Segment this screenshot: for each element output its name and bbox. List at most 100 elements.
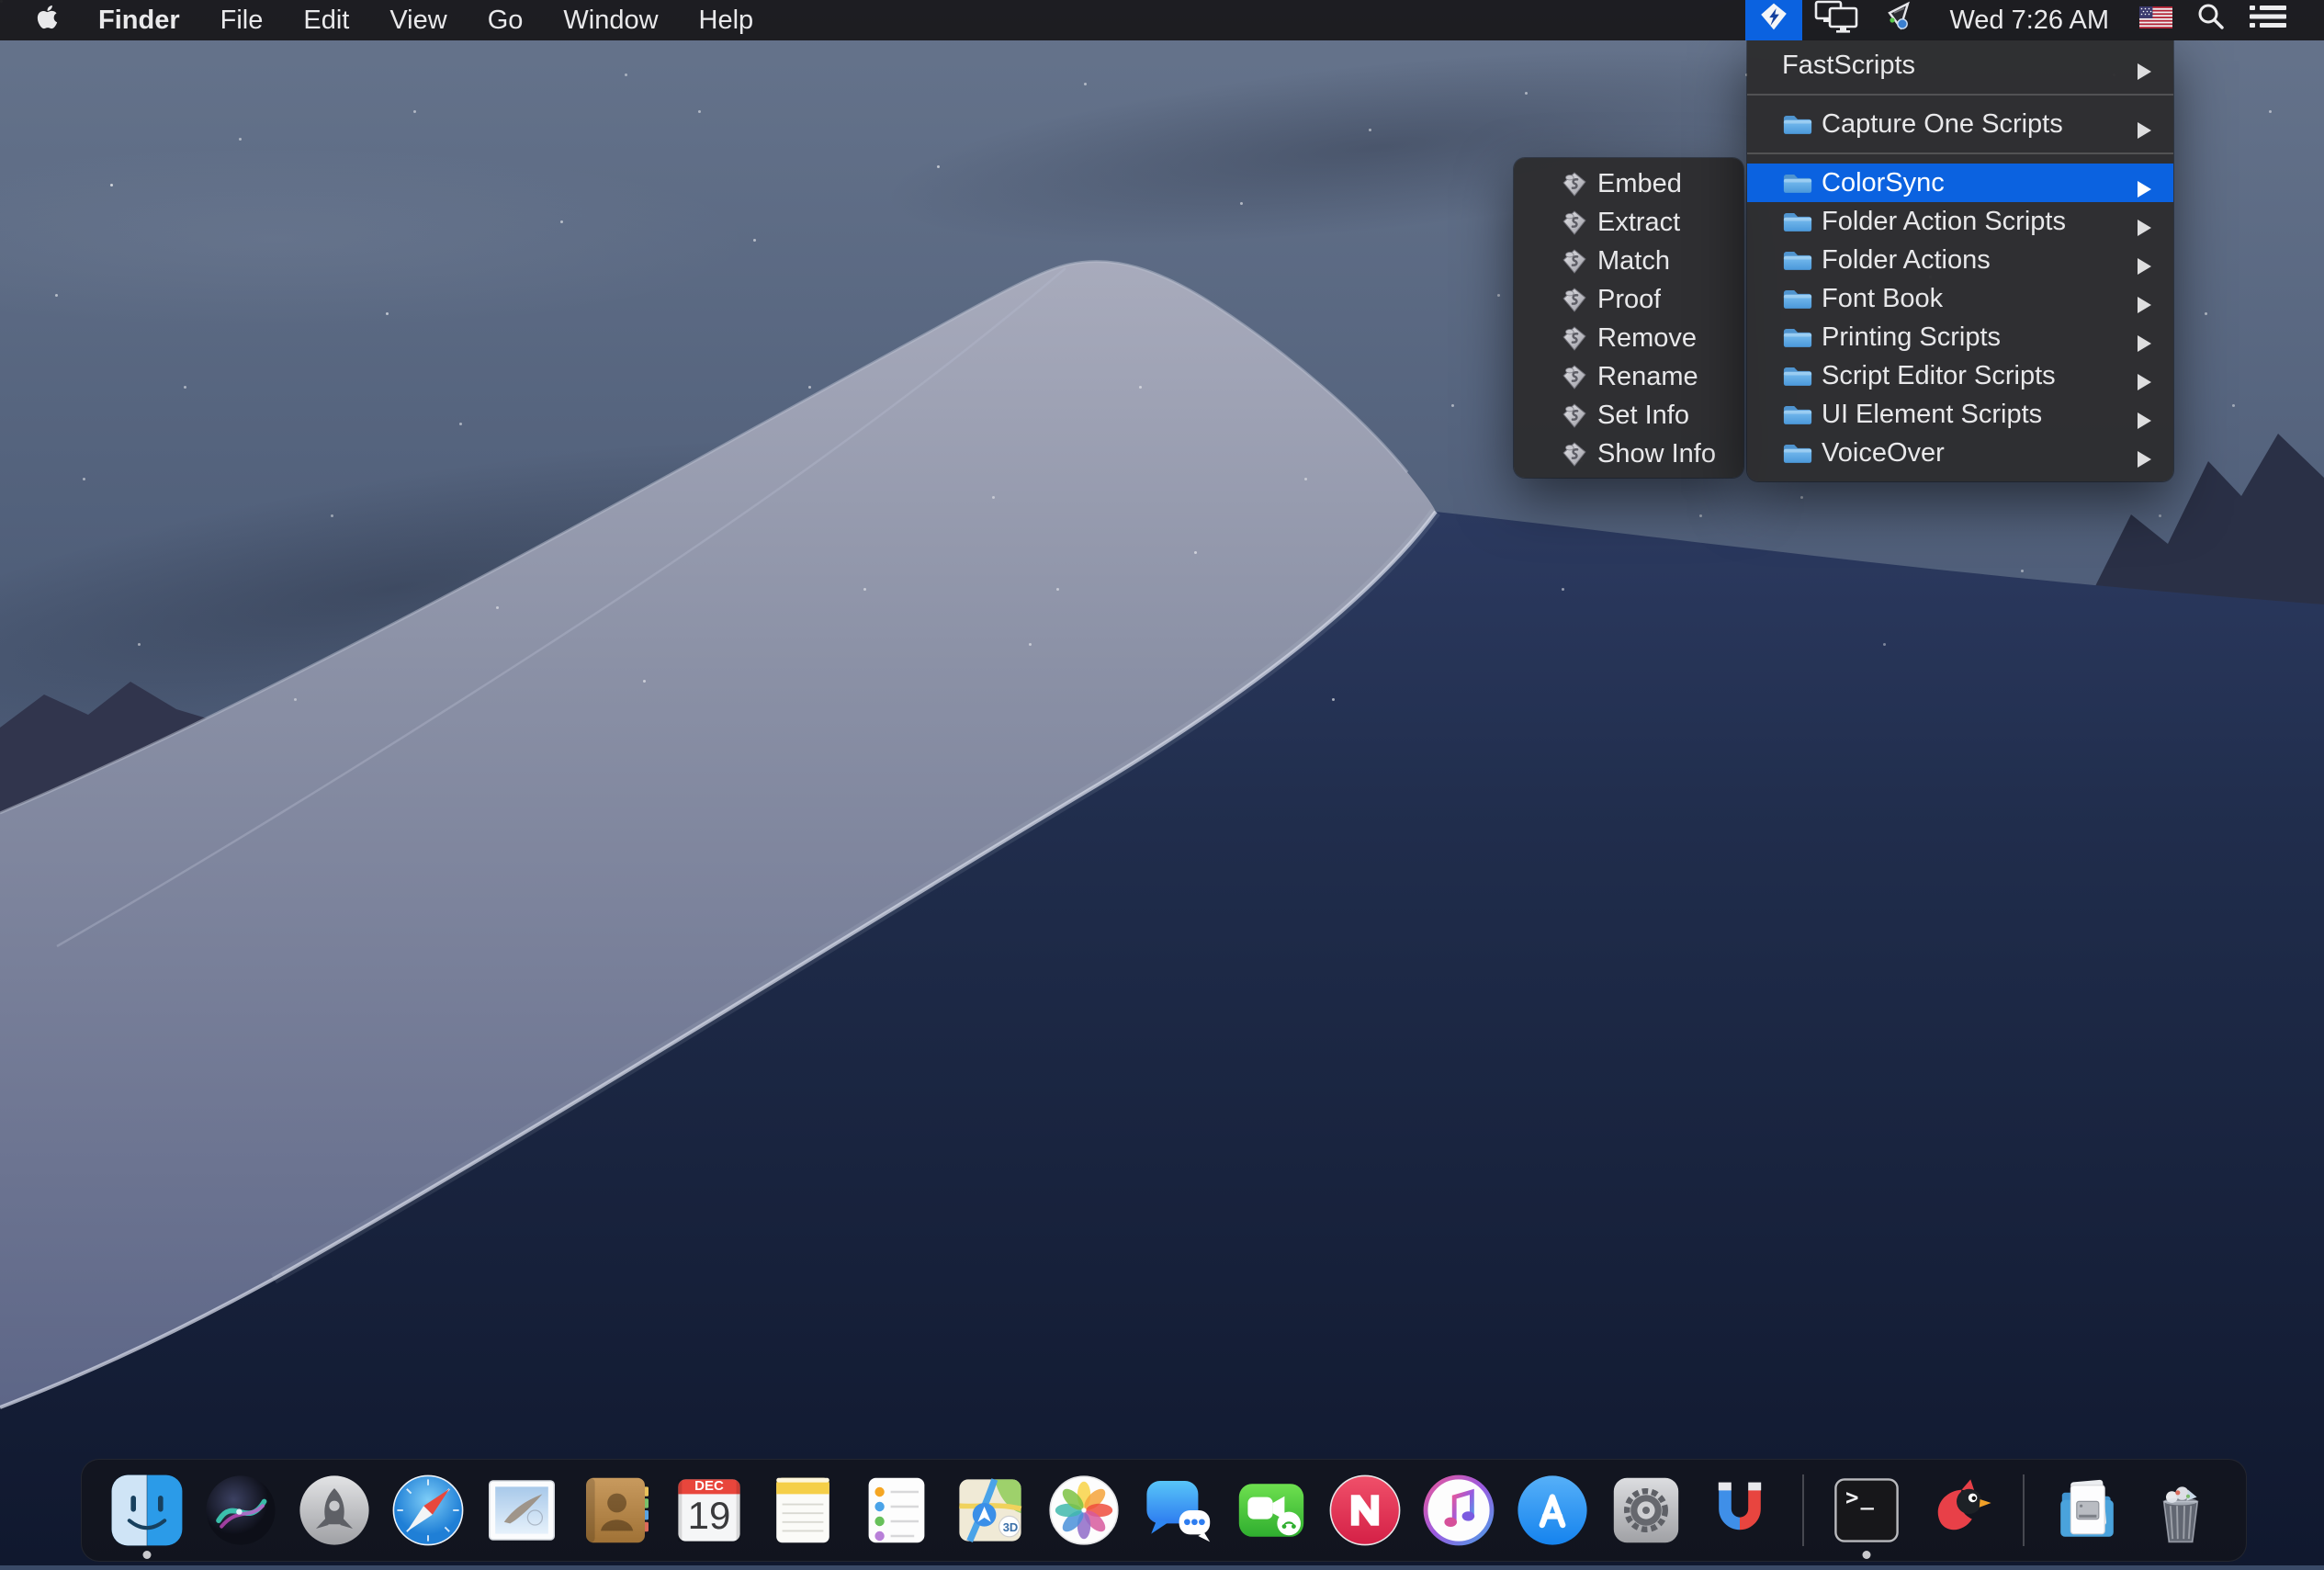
menubar-item-view[interactable]: View: [369, 0, 467, 40]
submenu-item-embed[interactable]: Embed: [1514, 164, 1743, 203]
dock-item-app-store[interactable]: [1516, 1474, 1589, 1547]
menubar-item-go[interactable]: Go: [468, 0, 544, 40]
menu-item-font-book[interactable]: Font Book: [1747, 279, 2173, 318]
applescript-script-icon: [1560, 247, 1588, 276]
dock-item-cardinal-bird-app[interactable]: [1924, 1474, 1997, 1547]
itunes-icon: [1422, 1474, 1495, 1547]
fastscripts-script-icon: [1758, 1, 1789, 40]
submenu-item-label: Match: [1597, 246, 1670, 277]
submenu-item-set-info[interactable]: Set Info: [1514, 396, 1743, 435]
menubar-item-edit[interactable]: Edit: [283, 0, 369, 40]
dock-item-notes[interactable]: [766, 1474, 840, 1547]
facetime-icon: [1235, 1474, 1308, 1547]
finder-icon: [110, 1474, 184, 1547]
pointer-tool-menu-extra[interactable]: [1870, 0, 1931, 40]
menu-item-capture-one-scripts[interactable]: Capture One Scripts: [1747, 105, 2173, 143]
apple-menu[interactable]: [0, 0, 78, 40]
menu-item-label: Folder Action Scripts: [1822, 207, 2066, 237]
contacts-icon: [579, 1474, 652, 1547]
menu-item-voiceover[interactable]: VoiceOver: [1747, 434, 2173, 472]
submenu-item-match[interactable]: Match: [1514, 242, 1743, 280]
submenu-item-label: Show Info: [1597, 439, 1716, 469]
menu-separator: [1747, 94, 2173, 96]
calendar-month-label: DEC: [672, 1478, 746, 1494]
notification-center-menu-extra[interactable]: [2238, 0, 2298, 40]
menu-item-label: Capture One Scripts: [1822, 109, 2063, 140]
submenu-item-label: Rename: [1597, 362, 1698, 392]
folder-icon: [1782, 325, 1813, 350]
menu-item-script-editor-scripts[interactable]: Script Editor Scripts: [1747, 356, 2173, 395]
dock-item-reminders[interactable]: [860, 1474, 933, 1547]
dock-item-documents-stack[interactable]: [2050, 1474, 2124, 1547]
applescript-script-icon: [1560, 363, 1588, 391]
submenu-item-label: Set Info: [1597, 401, 1689, 431]
menu-item-label: Folder Actions: [1822, 245, 1991, 276]
dock-item-launchpad[interactable]: [298, 1474, 371, 1547]
calendar-day-label: 19: [672, 1494, 746, 1538]
menubar-item-file[interactable]: File: [200, 0, 284, 40]
app-store-icon: [1516, 1474, 1589, 1547]
menubar-app-name[interactable]: Finder: [78, 0, 200, 40]
dock-item-news[interactable]: [1328, 1474, 1402, 1547]
folder-icon: [1782, 287, 1813, 311]
menu-item-colorsync[interactable]: ColorSync: [1747, 164, 2173, 202]
menu-item-label: ColorSync: [1822, 168, 1945, 198]
dock-item-finder[interactable]: [110, 1474, 184, 1547]
maps-icon: [953, 1474, 1027, 1547]
pointer-tool-icon: [1882, 0, 1919, 40]
dock-item-itunes[interactable]: [1422, 1474, 1495, 1547]
dock-item-safari[interactable]: [391, 1474, 465, 1547]
menu-item-label: Script Editor Scripts: [1822, 361, 2056, 391]
applescript-script-icon: [1560, 324, 1588, 353]
menu-item-printing-scripts[interactable]: Printing Scripts: [1747, 318, 2173, 356]
submenu-arrow-icon: [2138, 290, 2151, 307]
fastscripts-menu-extra[interactable]: [1745, 0, 1802, 40]
submenu-item-label: Proof: [1597, 285, 1661, 315]
dock-item-facetime[interactable]: [1235, 1474, 1308, 1547]
menubar-clock[interactable]: Wed 7:26 AM: [1931, 6, 2127, 36]
applescript-script-icon: [1560, 209, 1588, 237]
menu-item-label: UI Element Scripts: [1822, 400, 2042, 430]
us-flag-icon: [2139, 6, 2172, 36]
spotlight-menu-extra[interactable]: [2184, 0, 2238, 40]
folder-icon: [1782, 171, 1813, 196]
dock-item-mail[interactable]: [485, 1474, 558, 1547]
dock-item-terminal[interactable]: >_: [1830, 1474, 1903, 1547]
terminal-prompt-label: >_: [1845, 1485, 1876, 1510]
submenu-arrow-icon: [2138, 213, 2151, 230]
submenu-item-rename[interactable]: Rename: [1514, 357, 1743, 396]
running-indicator: [143, 1551, 152, 1559]
submenu-item-show-info[interactable]: Show Info: [1514, 435, 1743, 473]
dock-item-siri[interactable]: [204, 1474, 277, 1547]
dock-item-system-preferences[interactable]: [1609, 1474, 1683, 1547]
menu-item-fastscripts[interactable]: FastScripts: [1747, 46, 2173, 85]
submenu-item-proof[interactable]: Proof: [1514, 280, 1743, 319]
menu-item-folder-action-scripts[interactable]: Folder Action Scripts: [1747, 202, 2173, 241]
folder-icon: [1782, 441, 1813, 466]
submenu-item-remove[interactable]: Remove: [1514, 319, 1743, 357]
menu-item-label: Font Book: [1822, 284, 1943, 314]
fastscripts-dropdown-menu: FastScripts Capture One Scripts ColorSyn…: [1747, 40, 2173, 481]
dock-item-calendar[interactable]: DEC 19: [672, 1474, 746, 1547]
applescript-script-icon: [1560, 440, 1588, 469]
dock-item-maps[interactable]: 3D: [953, 1474, 1027, 1547]
siri-icon: [204, 1474, 277, 1547]
dock-item-contacts[interactable]: [579, 1474, 652, 1547]
dock-item-messages[interactable]: [1141, 1474, 1214, 1547]
submenu-item-extract[interactable]: Extract: [1514, 203, 1743, 242]
displays-menu-extra[interactable]: [1802, 0, 1870, 40]
menu-item-label: FastScripts: [1782, 51, 1915, 81]
dock-separator: [2023, 1474, 2025, 1546]
news-icon: [1328, 1474, 1402, 1547]
dock-item-photos[interactable]: [1047, 1474, 1121, 1547]
menu-item-ui-element-scripts[interactable]: UI Element Scripts: [1747, 395, 2173, 434]
documents-stack-icon: [2050, 1474, 2124, 1547]
menubar-item-help[interactable]: Help: [679, 0, 774, 40]
menu-item-folder-actions[interactable]: Folder Actions: [1747, 241, 2173, 279]
input-source-menu-extra[interactable]: [2127, 0, 2184, 40]
dock-item-trash[interactable]: [2144, 1474, 2217, 1547]
menubar-item-window[interactable]: Window: [543, 0, 678, 40]
dock-item-magnet[interactable]: [1703, 1474, 1777, 1547]
running-indicator: [1863, 1551, 1871, 1559]
applescript-script-icon: [1560, 286, 1588, 314]
